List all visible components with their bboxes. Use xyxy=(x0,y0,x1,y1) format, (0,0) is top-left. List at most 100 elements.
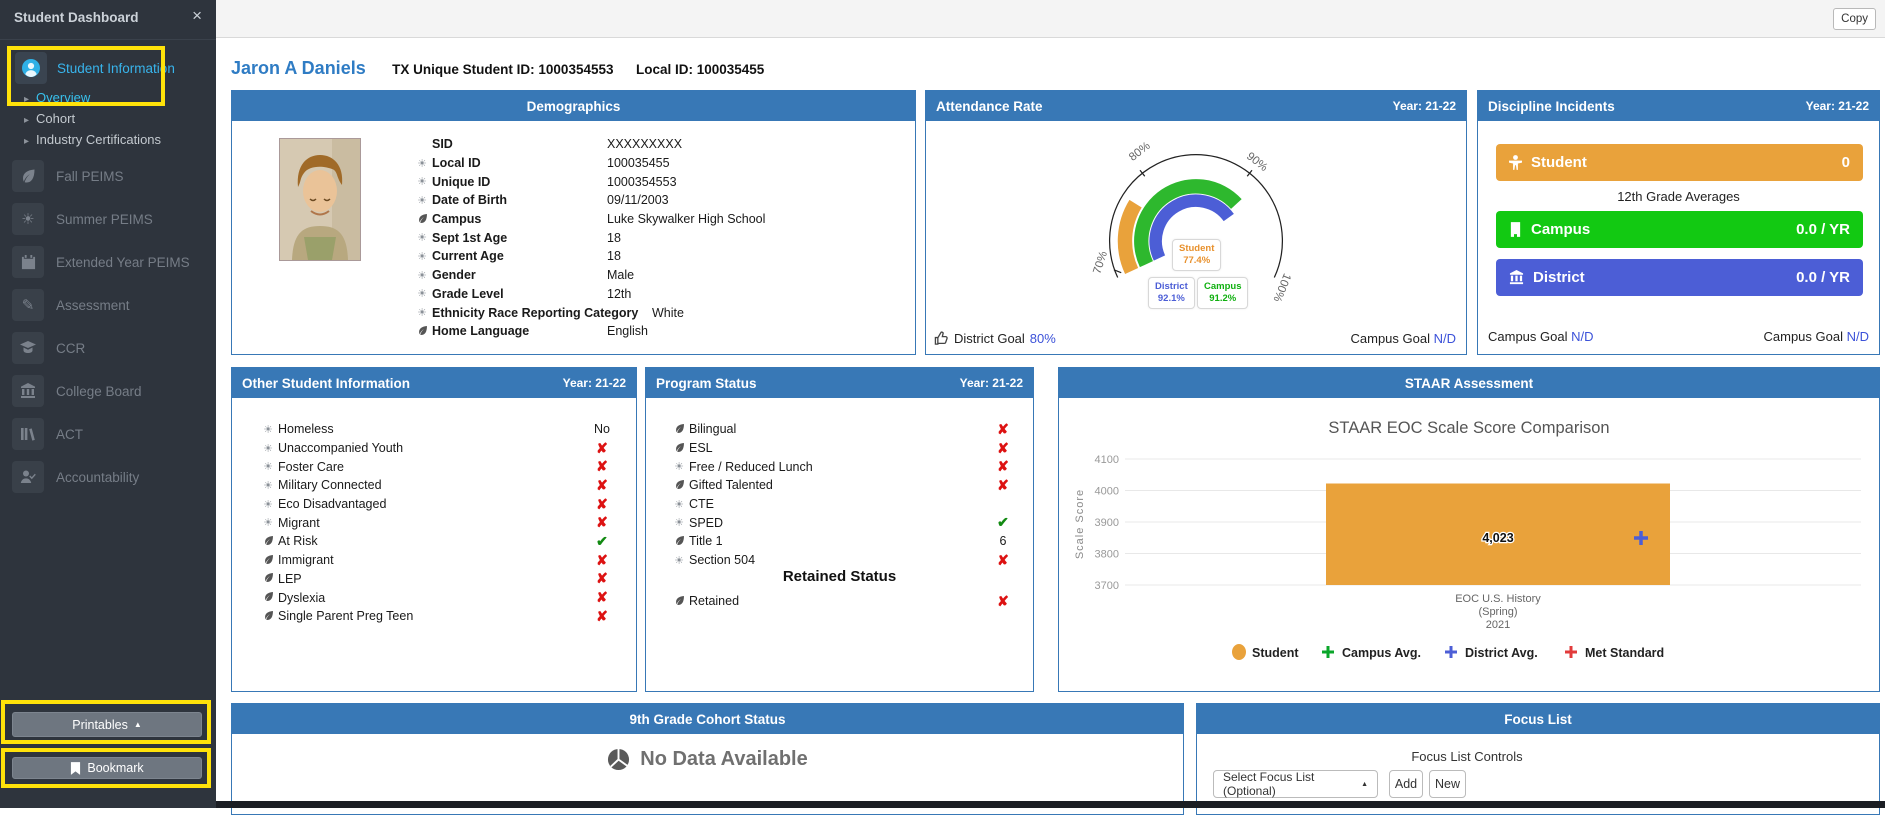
nav-label: CCR xyxy=(56,340,86,356)
fall-icon xyxy=(412,325,432,338)
sidebar-item-overview[interactable]: ▸ Overview xyxy=(24,90,90,105)
y-tick: 3700 xyxy=(1095,580,1119,592)
summer-icon: ☀ xyxy=(674,517,684,530)
summer-icon: ☀ xyxy=(417,288,427,301)
bank-icon xyxy=(12,375,44,407)
status-row: At Risk ✔ xyxy=(258,532,618,551)
field-value: Male xyxy=(607,268,635,283)
panel-title: Program Status xyxy=(656,375,757,391)
bar-value: 0.0 / YR xyxy=(1796,269,1850,286)
sidebar-item-industry-certifications[interactable]: ▸ Industry Certifications xyxy=(24,132,161,147)
sidebar-item-college-board[interactable]: College Board xyxy=(12,375,142,407)
field-value: 09/11/2003 xyxy=(607,193,669,208)
printables-button[interactable]: Printables ▲ xyxy=(12,712,202,737)
chevron-right-icon: ▸ xyxy=(24,136,30,147)
field-value: English xyxy=(607,324,648,339)
cohort-panel: 9th Grade Cohort Status No Data Availabl… xyxy=(231,703,1184,815)
bar-value: 0.0 / YR xyxy=(1796,221,1850,238)
goal-label: Campus Goal xyxy=(1763,329,1843,344)
goal-value[interactable]: N/D xyxy=(1434,331,1456,346)
fall-icon xyxy=(669,423,689,436)
bar-label: District xyxy=(1533,269,1585,286)
check-icon: ✔ xyxy=(997,514,1009,531)
panel-header: Attendance Rate Year: 21-22 xyxy=(926,91,1466,121)
goal-value[interactable]: N/D xyxy=(1847,329,1869,344)
student-header: Jaron A Daniels TX Unique Student ID: 10… xyxy=(231,58,764,79)
bookmark-icon xyxy=(70,761,81,775)
goal-value[interactable]: N/D xyxy=(1571,329,1593,344)
new-button[interactable]: New xyxy=(1429,770,1466,798)
field-label: Home Language xyxy=(432,324,530,339)
status-row: ESL ✘ xyxy=(669,439,1019,458)
sidebar-item-assessment[interactable]: ✎ Assessment xyxy=(12,289,130,321)
sidebar-item-fall-peims[interactable]: Fall PEIMS xyxy=(12,160,124,192)
sidebar-item-label: Student Information xyxy=(57,60,175,76)
fall-icon xyxy=(669,442,689,455)
status-value: No xyxy=(594,422,610,437)
discipline-campus-bar: Campus 0.0 / YR xyxy=(1496,211,1863,248)
demographics-panel: Demographics SID XXXXXXXXX ☀ Local ID 10003… xyxy=(231,90,916,355)
status-label: LEP xyxy=(278,571,302,586)
add-button[interactable]: Add xyxy=(1389,770,1423,798)
copy-button[interactable]: Copy xyxy=(1833,8,1876,30)
field-row: SID XXXXXXXXX xyxy=(412,135,892,154)
sun-icon: ☀ xyxy=(12,203,44,235)
fall-icon xyxy=(258,610,278,623)
status-label: ESL xyxy=(689,441,713,456)
focus-list-select[interactable]: Select Focus List (Optional) ▲ xyxy=(1213,770,1378,798)
summer-icon: ☀ xyxy=(417,307,427,320)
summer-icon: ☀ xyxy=(417,157,427,170)
sidebar-item-cohort[interactable]: ▸ Cohort xyxy=(24,111,75,126)
field-row: Home Language English xyxy=(412,322,892,341)
chart-title: STAAR EOC Scale Score Comparison xyxy=(1328,419,1609,437)
panel-header: Focus List xyxy=(1197,704,1879,734)
status-row: Dyslexia ✘ xyxy=(258,588,618,607)
tree-item-label: Overview xyxy=(36,90,91,105)
caret-up-icon: ▲ xyxy=(133,720,142,729)
sidebar-item-extended-year-peims[interactable]: Extended Year PEIMS xyxy=(12,246,190,278)
field-label: SID xyxy=(432,137,453,152)
field-value: 100035455 xyxy=(607,156,670,171)
bookmark-button[interactable]: Bookmark xyxy=(12,757,202,779)
panel-year: Year: 21-22 xyxy=(1392,99,1456,113)
sidebar: Student Dashboard × Student Information … xyxy=(0,0,216,808)
field-label: Grade Level xyxy=(432,286,504,301)
unique-student-id: TX Unique Student ID: 1000354553 xyxy=(392,62,614,77)
sidebar-item-ccr[interactable]: CCR xyxy=(12,332,85,364)
summer-icon: ☀ xyxy=(263,442,273,455)
sidebar-item-accountability[interactable]: Accountability xyxy=(12,461,139,493)
tree-item-label: Industry Certifications xyxy=(36,132,162,147)
bar-label: Student xyxy=(1531,154,1587,171)
person-check-icon xyxy=(12,461,44,493)
focus-list-controls-label: Focus List Controls xyxy=(1411,749,1523,764)
status-label: At Risk xyxy=(278,534,318,549)
sidebar-item-act[interactable]: ACT xyxy=(12,418,83,450)
y-tick: 4100 xyxy=(1095,454,1119,466)
staar-panel: STAAR Assessment STAAR EOC Scale Score C… xyxy=(1058,367,1880,692)
x-icon: ✘ xyxy=(997,420,1009,437)
goal-value[interactable]: 80% xyxy=(1030,331,1056,346)
panel-year: Year: 21-22 xyxy=(1805,99,1869,113)
y-tick: 4000 xyxy=(1095,486,1119,498)
user-circle-icon xyxy=(15,52,47,84)
status-row: LEP ✘ xyxy=(258,570,618,589)
legend-label: District Avg. xyxy=(1465,646,1538,660)
summer-icon: ☀ xyxy=(263,479,273,492)
status-row: ☀ Foster Care ✘ xyxy=(258,457,618,476)
close-icon[interactable]: × xyxy=(192,6,202,26)
bottom-edge-strip xyxy=(216,801,1885,808)
gauge-district-box: District 92.1% xyxy=(1148,277,1195,309)
caret-up-icon: ▲ xyxy=(1361,780,1368,788)
status-label: Retained xyxy=(689,594,740,609)
x-icon: ✘ xyxy=(596,607,608,624)
nav-label: ACT xyxy=(56,426,83,442)
status-row: ☀ Eco Disadvantaged ✘ xyxy=(258,495,618,514)
status-label: Free / Reduced Lunch xyxy=(689,459,813,474)
summer-icon: ☀ xyxy=(263,423,273,436)
no-data-message: No Data Available xyxy=(232,748,1183,771)
status-row: ☀ Unaccompanied Youth ✘ xyxy=(258,439,618,458)
sidebar-item-summer-peims[interactable]: ☀ Summer PEIMS xyxy=(12,203,153,235)
sidebar-item-student-information[interactable]: Student Information xyxy=(15,52,175,84)
gauge-campus-box: Campus 91.2% xyxy=(1197,277,1249,309)
gauge-box-value: 77.4% xyxy=(1183,255,1211,266)
